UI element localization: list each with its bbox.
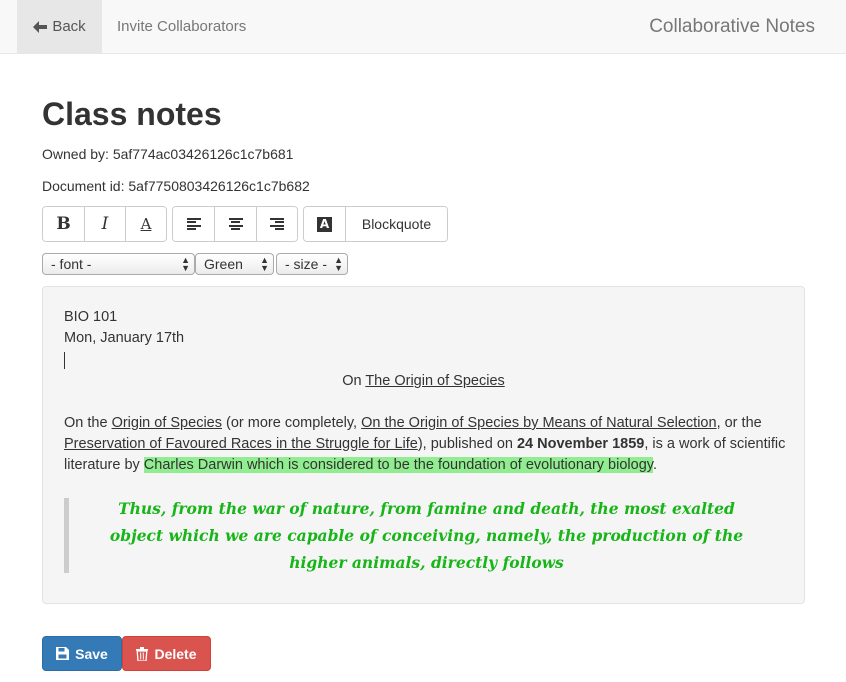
size-select[interactable]: - size - ▲ ▼ bbox=[276, 253, 348, 275]
select-arrows-icon: ▲ ▼ bbox=[334, 255, 343, 273]
para-underlined: On the Origin of Species by Means of Nat… bbox=[361, 415, 717, 431]
blockquote-text: Thus, from the war of nature, from famin… bbox=[109, 499, 744, 572]
top-navbar: Back Invite Collaborators Collaborative … bbox=[0, 0, 846, 54]
invite-collaborators-link[interactable]: Invite Collaborators bbox=[117, 0, 246, 53]
editor-blockquote: Thus, from the war of nature, from famin… bbox=[64, 498, 784, 573]
text-color-button[interactable]: A bbox=[304, 207, 345, 241]
align-right-icon bbox=[269, 218, 284, 230]
trash-icon bbox=[136, 646, 149, 661]
editor-line-course: BIO 101 bbox=[64, 309, 118, 325]
color-select-value: Green bbox=[204, 256, 243, 272]
save-button[interactable]: Save bbox=[42, 636, 122, 671]
select-arrows-icon: ▲ ▼ bbox=[260, 255, 269, 273]
bold-button[interactable]: B bbox=[43, 207, 84, 241]
size-select-value: - size - bbox=[285, 256, 327, 272]
align-center-button[interactable] bbox=[214, 207, 256, 241]
page-title: Class notes bbox=[42, 96, 222, 132]
align-button-group bbox=[172, 206, 298, 242]
para-bold-date: 24 November 1859 bbox=[516, 436, 645, 452]
align-left-button[interactable] bbox=[173, 207, 215, 241]
para-text: ), published on bbox=[417, 436, 517, 452]
arrow-left-icon bbox=[33, 20, 48, 33]
heading-prefix: On bbox=[342, 373, 366, 389]
para-text: (or more completely, bbox=[221, 415, 362, 431]
delete-label: Delete bbox=[154, 645, 197, 662]
back-button[interactable]: Back bbox=[17, 0, 102, 53]
document-id-info: Document id: 5af7750803426126c1c7b682 bbox=[42, 178, 310, 194]
select-arrows-icon: ▲ ▼ bbox=[181, 255, 190, 273]
format-button-group: B I A bbox=[42, 206, 167, 242]
editor-paragraph: On the Origin of Species (or more comple… bbox=[64, 413, 789, 476]
underline-icon: A bbox=[140, 215, 152, 233]
text-color-icon: A bbox=[317, 216, 332, 232]
text-caret bbox=[64, 352, 65, 369]
extra-button-group: A Blockquote bbox=[303, 206, 448, 242]
para-highlight: Charles Darwin which is considered to be… bbox=[143, 457, 653, 473]
editor-centered-heading: On The Origin of Species bbox=[43, 371, 804, 392]
heading-link: The Origin of Species bbox=[365, 373, 505, 389]
font-select[interactable]: - font - ▲ ▼ bbox=[42, 253, 195, 275]
blockquote-button[interactable]: Blockquote bbox=[345, 207, 447, 241]
bold-icon: B bbox=[56, 214, 71, 234]
para-text: . bbox=[652, 457, 657, 473]
para-underlined: Preservation of Favoured Races in the St… bbox=[64, 436, 418, 452]
align-left-icon bbox=[186, 218, 201, 230]
back-label: Back bbox=[52, 18, 86, 35]
font-select-value: - font - bbox=[51, 256, 92, 272]
para-underlined: Origin of Species bbox=[111, 415, 222, 431]
delete-button[interactable]: Delete bbox=[122, 636, 211, 671]
italic-icon: I bbox=[101, 214, 109, 234]
note-editor[interactable]: BIO 101 Mon, January 17th On The Origin … bbox=[42, 286, 805, 604]
underline-button[interactable]: A bbox=[125, 207, 166, 241]
align-center-icon bbox=[228, 218, 243, 230]
floppy-disk-icon bbox=[56, 647, 70, 660]
para-text: On the bbox=[64, 415, 112, 431]
italic-button[interactable]: I bbox=[84, 207, 125, 241]
app-brand: Collaborative Notes bbox=[649, 15, 815, 37]
color-select[interactable]: Green ▲ ▼ bbox=[195, 253, 274, 275]
owner-info: Owned by: 5af774ac03426126c1c7b681 bbox=[42, 146, 294, 162]
save-label: Save bbox=[75, 645, 108, 662]
para-text: , or the bbox=[716, 415, 762, 431]
align-right-button[interactable] bbox=[255, 207, 297, 241]
editor-line-date: Mon, January 17th bbox=[64, 330, 185, 346]
